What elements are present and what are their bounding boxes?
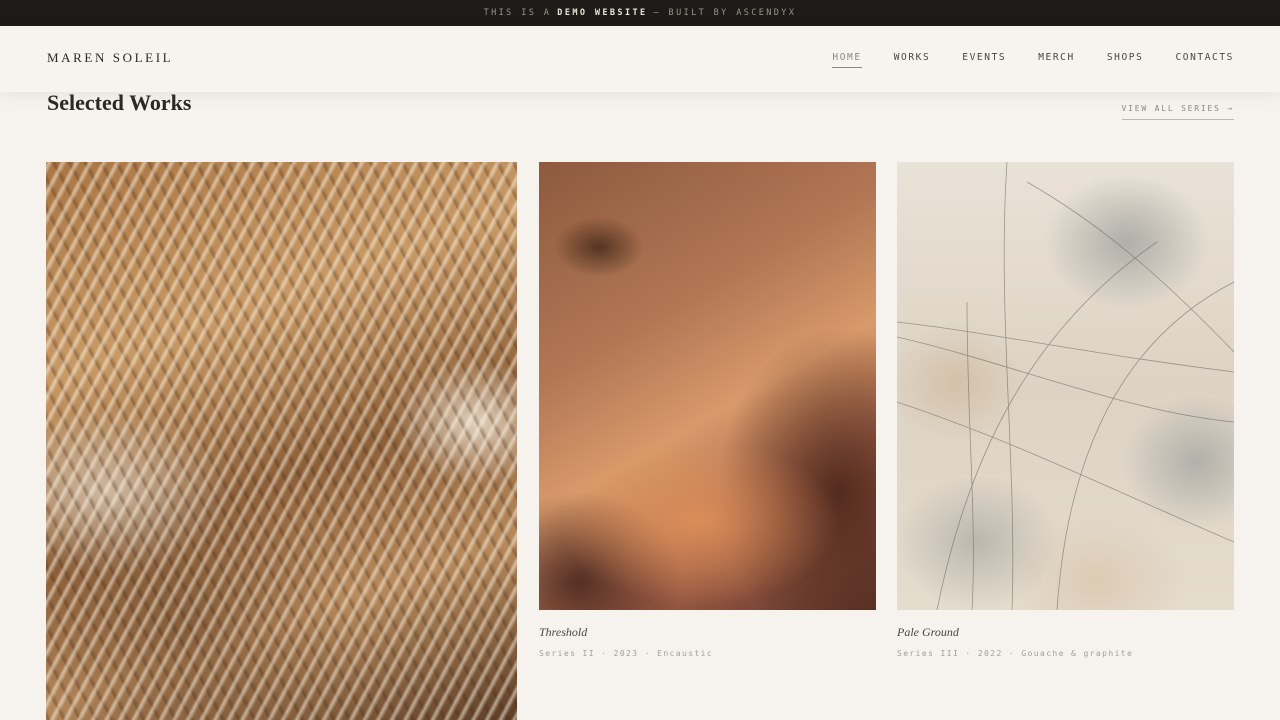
- view-all-series-link[interactable]: VIEW ALL SERIES →: [1121, 104, 1234, 120]
- demo-banner: THIS IS A DEMO WEBSITE — BUILT BY ASCEND…: [0, 0, 1280, 26]
- artwork-image-pale-ground[interactable]: [897, 162, 1234, 610]
- work-meta: Series II · 2023 · Encaustic: [539, 649, 714, 658]
- work-title[interactable]: Pale Ground: [897, 625, 959, 640]
- brand-logo[interactable]: MAREN SOLEIL: [47, 50, 173, 66]
- artwork-image-threshold[interactable]: [539, 162, 876, 610]
- work-meta: Series III · 2022 · Gouache & graphite: [897, 649, 1134, 658]
- banner-suffix: — BUILT BY ASCENDYX: [653, 8, 797, 18]
- artwork-image-large[interactable]: [46, 162, 517, 720]
- nav-works[interactable]: WORKS: [894, 52, 931, 66]
- banner-prefix: THIS IS A: [483, 8, 552, 18]
- nav-home[interactable]: HOME: [832, 52, 862, 68]
- graphite-lines: [897, 162, 1234, 610]
- site-header: MAREN SOLEIL HOME WORKS EVENTS MERCH SHO…: [0, 26, 1280, 92]
- work-title[interactable]: Threshold: [539, 625, 587, 640]
- main-nav: HOME WORKS EVENTS MERCH SHOPS CONTACTS: [832, 52, 1234, 68]
- nav-contacts[interactable]: CONTACTS: [1175, 52, 1234, 66]
- nav-shops[interactable]: SHOPS: [1107, 52, 1144, 66]
- section-title: Selected Works: [47, 90, 192, 115]
- nav-merch[interactable]: MERCH: [1038, 52, 1075, 66]
- nav-events[interactable]: EVENTS: [962, 52, 1006, 66]
- banner-highlight: DEMO WEBSITE: [557, 8, 648, 18]
